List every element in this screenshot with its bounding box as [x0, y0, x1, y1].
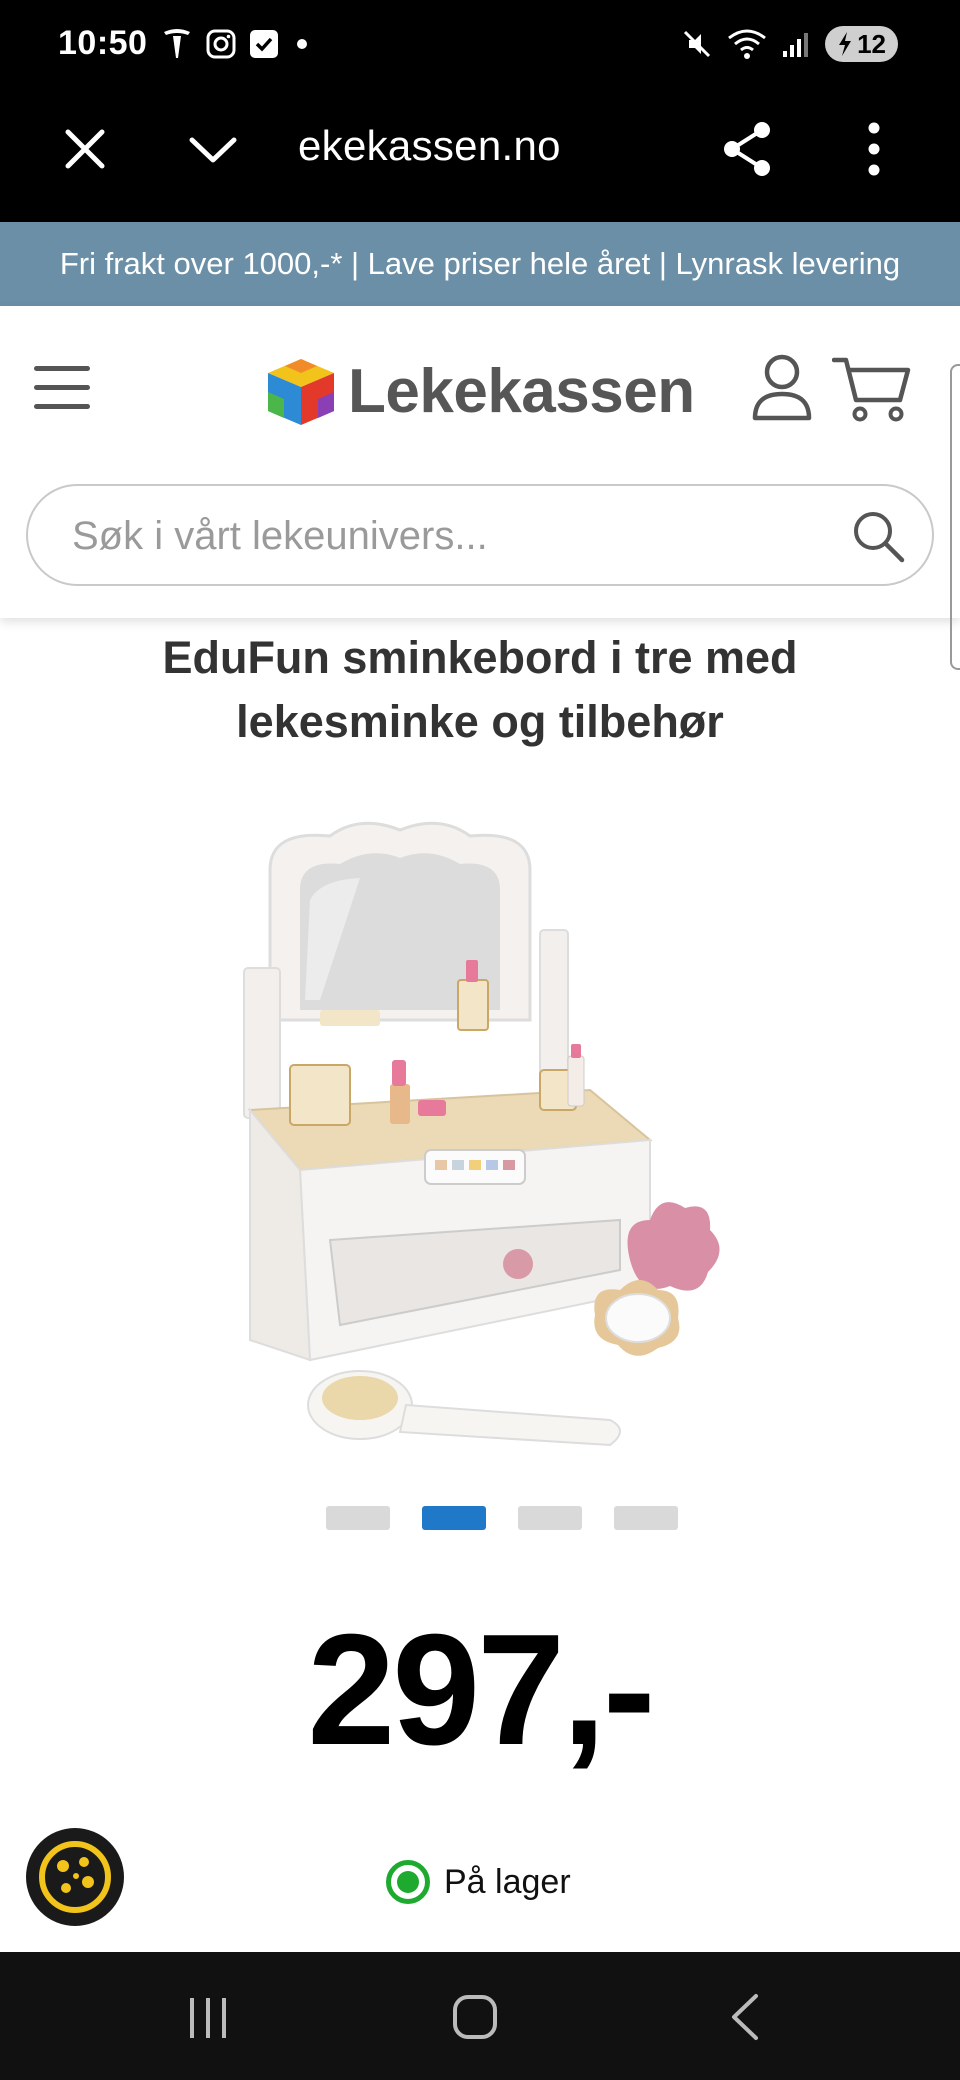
status-time: 10:50: [58, 24, 148, 62]
instagram-icon: [206, 29, 236, 59]
chevron-down-icon[interactable]: [188, 134, 238, 166]
system-nav-bar: [0, 1952, 960, 2080]
site-header: Lekekassen: [0, 306, 960, 670]
browser-toolbar: ekekassen.no: [0, 92, 960, 222]
promo-banner: Fri frakt over 1000,-* | Lave priser hel…: [0, 222, 960, 306]
stock-label: På lager: [444, 1862, 571, 1901]
menu-button[interactable]: [34, 366, 90, 414]
more-icon[interactable]: [864, 120, 884, 178]
carousel-dot-active[interactable]: [422, 1506, 486, 1530]
home-icon[interactable]: [452, 1994, 498, 2040]
search-input[interactable]: [72, 508, 832, 564]
menu-line: [34, 385, 90, 390]
system-icons: 12: [681, 26, 898, 62]
notification-icons: [162, 28, 312, 60]
search-icon[interactable]: [850, 508, 906, 564]
recent-apps-icon[interactable]: [186, 1996, 230, 2040]
battery-icon: [839, 32, 852, 56]
signal-icon: [783, 33, 809, 57]
logo-text: Lekekassen: [348, 357, 695, 426]
battery-level: 12: [857, 28, 886, 59]
carousel-dot[interactable]: [518, 1506, 582, 1530]
puzzle-cube-icon: [268, 358, 334, 425]
product-price: 297,-: [307, 1602, 655, 1778]
carousel-dot[interactable]: [614, 1506, 678, 1530]
wifi-icon: [728, 29, 766, 59]
menu-line: [34, 366, 90, 371]
product-title: EduFun sminkebord i tre med lekesminke o…: [162, 632, 798, 747]
cart-icon[interactable]: [832, 354, 912, 424]
side-scroll-handle[interactable]: [950, 364, 960, 670]
status-bar: 10:50 12: [0, 0, 960, 92]
share-icon[interactable]: [720, 120, 774, 178]
carousel-dot[interactable]: [326, 1506, 390, 1530]
mute-icon: [684, 30, 711, 58]
carousel-indicators: [326, 1506, 678, 1530]
cookie-icon: [39, 1841, 111, 1913]
dot-icon: [297, 39, 307, 49]
back-icon[interactable]: [728, 1992, 762, 2042]
cookie-settings-button[interactable]: [26, 1828, 124, 1926]
stock-status: På lager: [386, 1860, 571, 1904]
tesla-icon: [164, 29, 190, 58]
close-icon[interactable]: [62, 126, 108, 172]
battery-indicator: 12: [825, 26, 898, 62]
in-stock-icon: [386, 1860, 430, 1904]
user-icon[interactable]: [750, 352, 814, 422]
menu-line: [34, 404, 90, 409]
url-display[interactable]: ekekassen.no: [298, 122, 561, 170]
check-icon: [250, 30, 278, 58]
site-logo[interactable]: Lekekassen: [264, 356, 695, 427]
search-bar[interactable]: [26, 484, 934, 586]
product-image[interactable]: [230, 820, 750, 1460]
